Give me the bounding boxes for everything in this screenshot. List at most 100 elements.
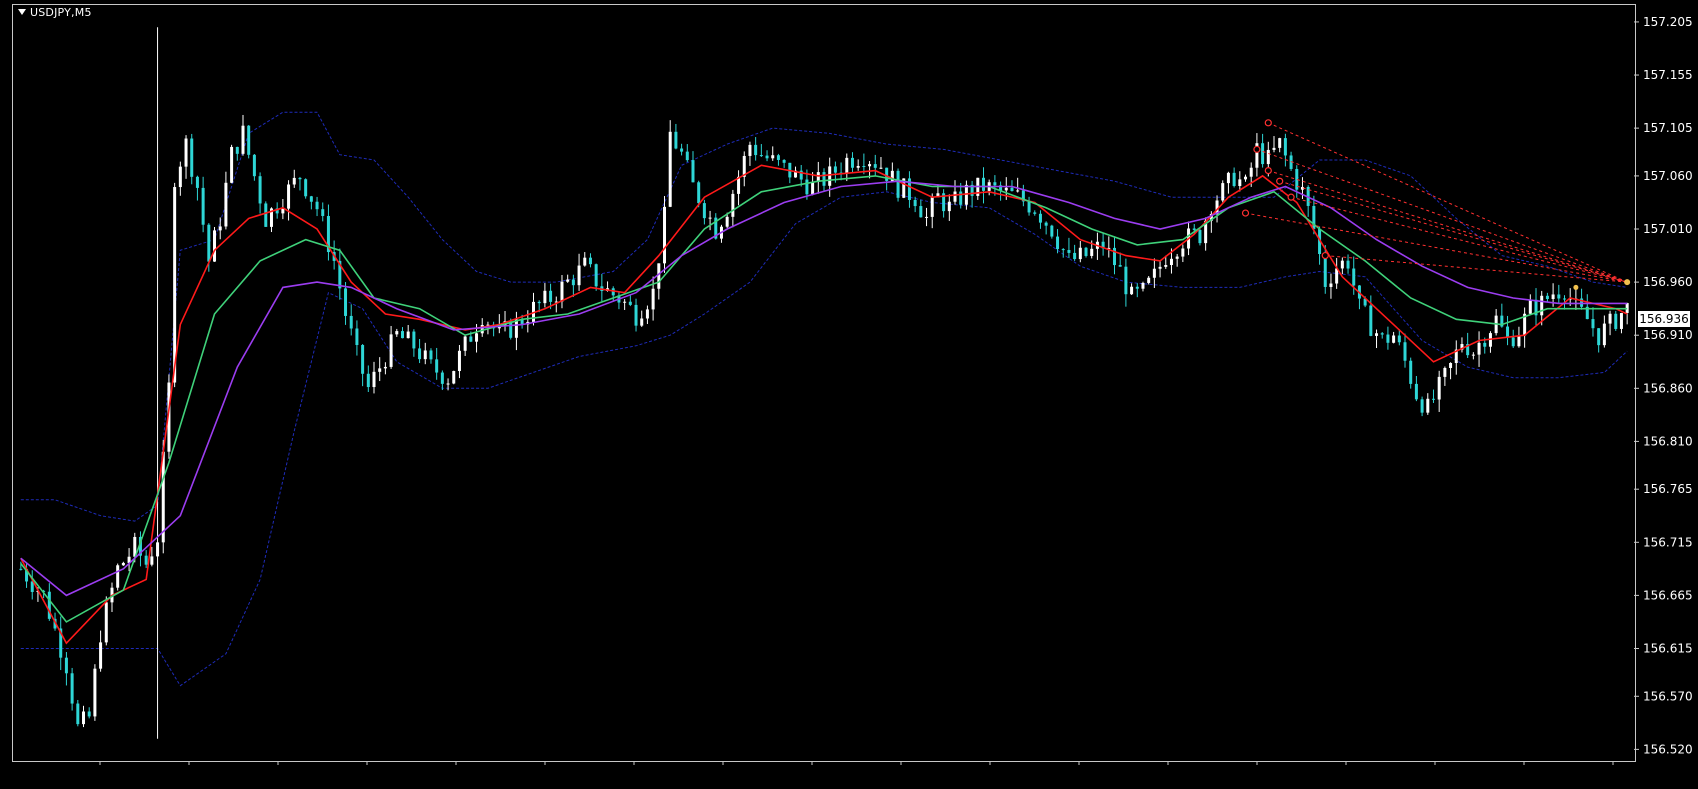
candle-body <box>1067 250 1071 253</box>
candle-body <box>776 155 780 160</box>
candle-body <box>224 182 228 227</box>
dropdown-triangle-icon[interactable] <box>18 9 26 15</box>
candle-body <box>1192 228 1196 230</box>
symbol-text: USDJPY,M5 <box>30 6 92 19</box>
candle-body <box>463 336 467 351</box>
candle-body <box>349 315 353 329</box>
candle-body <box>76 703 80 725</box>
trend-line <box>1245 212 1628 283</box>
candle-body <box>1506 326 1510 338</box>
candle-body <box>537 301 541 304</box>
candle-body <box>1181 248 1185 257</box>
candle-body <box>1135 286 1139 289</box>
candle-body <box>925 216 929 218</box>
candle-body <box>1016 190 1020 192</box>
candle-body <box>1283 138 1287 156</box>
candle-body <box>247 125 251 155</box>
candle-body <box>1221 183 1225 201</box>
candle-body <box>304 179 308 197</box>
candle-body <box>1050 225 1054 237</box>
candle-body <box>623 301 627 303</box>
candle-body <box>150 556 154 565</box>
candle-body <box>628 301 632 305</box>
candle-body <box>1118 265 1122 267</box>
candle-body <box>190 138 194 177</box>
candle-body <box>725 216 729 227</box>
candle-body <box>691 160 695 183</box>
candle-body <box>400 331 404 339</box>
chart-window[interactable]: 157.205 157.155 157.105 157.060 157.010 156.9… <box>0 0 1698 789</box>
candle-body <box>213 230 217 262</box>
candle-body <box>121 562 125 566</box>
candle-body <box>828 166 832 186</box>
candle-body <box>452 371 456 384</box>
candle-body <box>1226 172 1230 184</box>
candle-body <box>235 146 239 154</box>
trend-anchor-marker <box>1241 209 1250 217</box>
candle-body <box>1090 248 1094 256</box>
candle-body <box>1409 360 1413 384</box>
candle-body <box>321 209 325 216</box>
trend-line <box>1268 122 1628 283</box>
candle-body <box>765 155 769 159</box>
candle-body <box>782 159 786 163</box>
y-tick-label: 156.810 <box>1643 434 1693 448</box>
candle-body <box>657 263 661 289</box>
candle-body <box>577 265 581 286</box>
candle-body <box>583 257 587 266</box>
candle-body <box>981 177 985 191</box>
candle-body <box>1004 187 1008 191</box>
candle-body <box>104 602 108 643</box>
candle-body <box>1591 319 1595 329</box>
y-tick-label: 156.520 <box>1643 742 1693 756</box>
candle-body <box>344 288 348 316</box>
y-tick-label: 156.715 <box>1643 535 1693 549</box>
candle-body <box>1130 286 1134 295</box>
candle-body <box>418 348 422 360</box>
candle-body <box>218 226 222 231</box>
trend-anchor-marker <box>1264 167 1272 175</box>
candle-body <box>1397 335 1401 343</box>
candle-body <box>1078 247 1082 260</box>
candle-body <box>1061 249 1065 251</box>
candle-body <box>708 217 712 219</box>
y-tick-label: 157.105 <box>1643 121 1693 135</box>
candle-body <box>1038 213 1042 223</box>
candle-body <box>868 164 872 167</box>
candle-body <box>771 155 775 159</box>
candle-body <box>514 319 518 338</box>
candle-body <box>1272 147 1276 150</box>
candle-body <box>201 187 205 225</box>
price-chart[interactable]: 157.205 157.155 157.105 157.060 157.010 156.9… <box>0 0 1698 789</box>
candle-body <box>1483 342 1487 347</box>
candle-body <box>862 166 866 168</box>
candle-body <box>1477 342 1481 355</box>
trend-line <box>1290 196 1628 283</box>
candle-body <box>207 224 211 262</box>
candle-body <box>1152 268 1156 278</box>
candle-body <box>651 288 655 310</box>
candle-body <box>315 201 319 210</box>
candle-body <box>1044 222 1048 226</box>
candle-body <box>1198 229 1202 244</box>
candle-body <box>879 167 883 169</box>
candle-body <box>748 144 752 156</box>
trend-anchor-marker <box>1276 177 1284 185</box>
candle-body <box>1175 256 1179 259</box>
trend-end-marker <box>1624 279 1631 286</box>
candle-body <box>1346 260 1350 269</box>
symbol-timeframe-label[interactable]: USDJPY,M5 <box>18 6 92 19</box>
candle-body <box>668 131 672 207</box>
candle-body <box>1426 398 1430 413</box>
candle-body <box>1010 187 1014 192</box>
candle-body <box>1449 363 1453 368</box>
candle-body <box>457 350 461 372</box>
y-tick-label: 156.960 <box>1643 275 1693 289</box>
candle-body <box>475 333 479 342</box>
trend-end-marker <box>1573 284 1579 290</box>
ma_slow-line <box>20 180 1628 597</box>
candle-body <box>144 555 148 565</box>
candle-body <box>1528 299 1532 314</box>
candle-body <box>1238 179 1242 186</box>
candle-body <box>674 131 678 149</box>
